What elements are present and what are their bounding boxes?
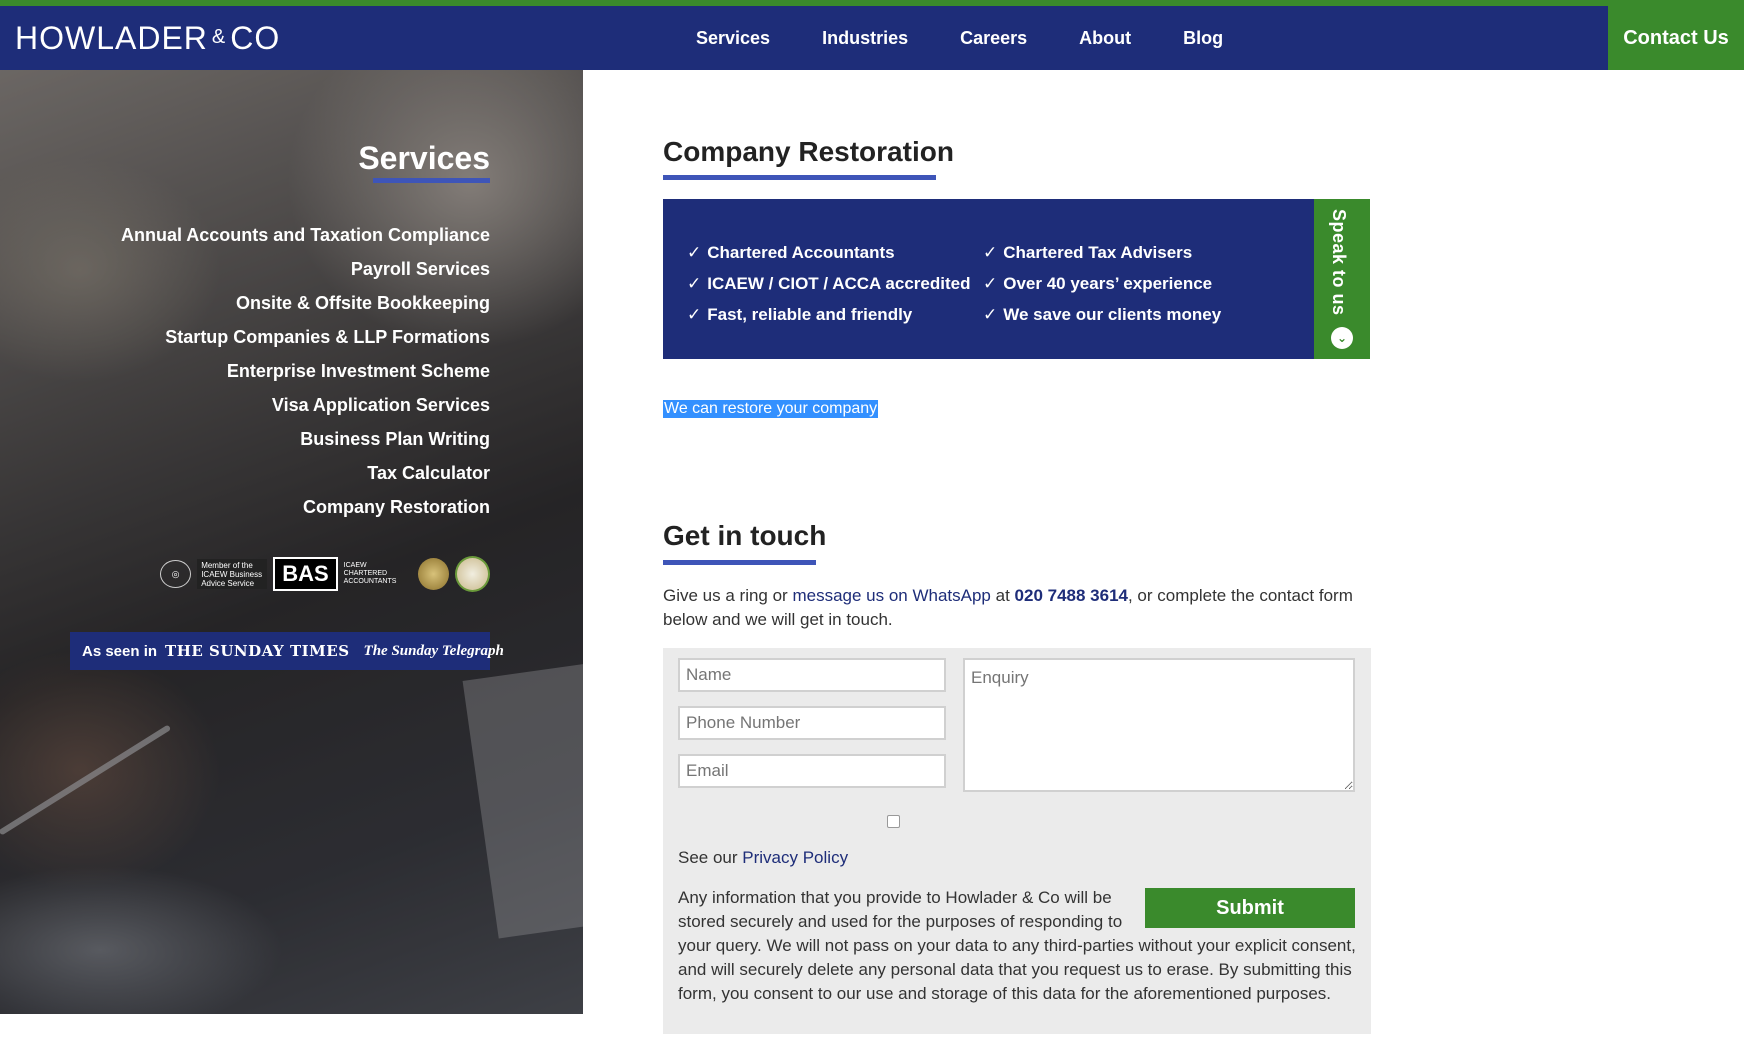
service-link-business-plan[interactable]: Business Plan Writing xyxy=(121,422,490,456)
as-seen-in-label: As seen in xyxy=(82,642,158,660)
service-link-eis[interactable]: Enterprise Investment Scheme xyxy=(121,354,490,388)
nav-about[interactable]: About xyxy=(1079,6,1131,70)
accreditation-badges: ◎ Member of the ICAEW Business Advice Se… xyxy=(160,556,490,592)
usp-panel: ✓ Chartered Accountants ✓ ICAEW / CIOT / A… xyxy=(663,199,1314,359)
enquiry-textarea[interactable] xyxy=(963,658,1355,792)
service-link-startup[interactable]: Startup Companies & LLP Formations xyxy=(121,320,490,354)
name-input[interactable] xyxy=(678,658,946,692)
service-link-payroll[interactable]: Payroll Services xyxy=(121,252,490,286)
usp-column-right: ✓ Chartered Tax Advisers ✓ Over 40 years’ … xyxy=(983,237,1221,330)
page-title: Company Restoration xyxy=(663,136,954,167)
icaew-business-advice-logo: Member of the ICAEW Business Advice Serv… xyxy=(197,559,268,589)
usp-item: ✓ Over 40 years’ experience xyxy=(983,274,1213,293)
sunday-times-logo: THE SUNDAY TIMES xyxy=(165,642,350,660)
privacy-policy-link[interactable]: Privacy Policy xyxy=(742,848,848,867)
privacy-note: See our Privacy Policy xyxy=(678,848,849,867)
bas-logo: BAS xyxy=(273,557,338,591)
site-logo[interactable]: HOWLADER & CO xyxy=(15,20,280,57)
nav-careers[interactable]: Careers xyxy=(960,6,1027,70)
award-seal-2-logo xyxy=(454,556,490,592)
contact-intro: Give us a ring or message us on WhatsApp… xyxy=(663,586,1353,629)
contact-title-underline xyxy=(663,560,816,565)
services-sidebar: Services Annual Accounts and Taxation Co… xyxy=(0,70,583,1014)
check-icon: ✓ xyxy=(983,305,998,324)
check-icon: ✓ xyxy=(687,274,702,293)
sidebar-title-underline xyxy=(373,178,490,183)
sunday-telegraph-logo: The Sunday Telegraph xyxy=(363,642,504,659)
restore-intro-text: We can restore your company xyxy=(663,400,879,418)
nav-blog[interactable]: Blog xyxy=(1183,6,1223,70)
submit-button[interactable]: Submit xyxy=(1145,888,1355,928)
speak-to-us-tab[interactable]: Speak to us ⌄ xyxy=(1314,199,1370,359)
sidebar-title: Services xyxy=(358,140,490,176)
service-link-visa[interactable]: Visa Application Services xyxy=(121,388,490,422)
ciot-owl-logo: ◎ xyxy=(160,560,192,588)
contact-us-button[interactable]: Contact Us xyxy=(1608,6,1744,70)
usp-column-left: ✓ Chartered Accountants ✓ ICAEW / CIOT / A… xyxy=(687,237,970,330)
award-seal-logo xyxy=(417,558,449,590)
contact-title: Get in touch xyxy=(663,520,827,551)
service-link-annual-accounts[interactable]: Annual Accounts and Taxation Compliance xyxy=(121,218,490,252)
as-seen-in-banner: As seen in THE SUNDAY TIMES The Sunday T… xyxy=(70,632,504,670)
icaew-chartered-logo: ICAEW CHARTERED ACCOUNTANTS xyxy=(343,562,397,585)
phone-link[interactable]: 020 7488 3614 xyxy=(1015,586,1128,605)
check-icon: ✓ xyxy=(983,243,998,262)
phone-input[interactable] xyxy=(678,706,946,740)
service-link-tax-calculator[interactable]: Tax Calculator xyxy=(121,456,490,490)
consent-checkbox[interactable] xyxy=(887,815,900,828)
nav-services[interactable]: Services xyxy=(696,6,770,70)
main-nav: Services Industries Careers About Blog xyxy=(696,6,1275,70)
site-header: HOWLADER & CO Services Industries Careers … xyxy=(0,6,1744,70)
whatsapp-link[interactable]: message us on WhatsApp xyxy=(792,586,990,605)
email-input[interactable] xyxy=(678,754,946,788)
photo-overlay xyxy=(0,70,583,1014)
usp-item: ✓ Chartered Tax Advisers xyxy=(983,243,1193,262)
usp-item: ✓ We save our clients money xyxy=(983,305,1222,324)
chevron-down-icon: ⌄ xyxy=(1331,327,1353,349)
service-link-company-restoration[interactable]: Company Restoration xyxy=(121,490,490,524)
service-link-bookkeeping[interactable]: Onsite & Offsite Bookkeeping xyxy=(121,286,490,320)
nav-industries[interactable]: Industries xyxy=(822,6,908,70)
check-icon: ✓ xyxy=(687,243,702,262)
services-list: Annual Accounts and Taxation Compliance … xyxy=(121,218,490,524)
usp-item: ✓ Fast, reliable and friendly xyxy=(687,305,913,324)
check-icon: ✓ xyxy=(983,274,998,293)
usp-item: ✓ ICAEW / CIOT / ACCA accredited xyxy=(687,274,971,293)
check-icon: ✓ xyxy=(687,305,702,324)
page-title-underline xyxy=(663,175,936,180)
contact-form: See our Privacy Policy Any information t… xyxy=(663,648,1371,1034)
usp-item: ✓ Chartered Accountants xyxy=(687,243,895,262)
speak-to-us-label: Speak to us xyxy=(1329,209,1349,316)
